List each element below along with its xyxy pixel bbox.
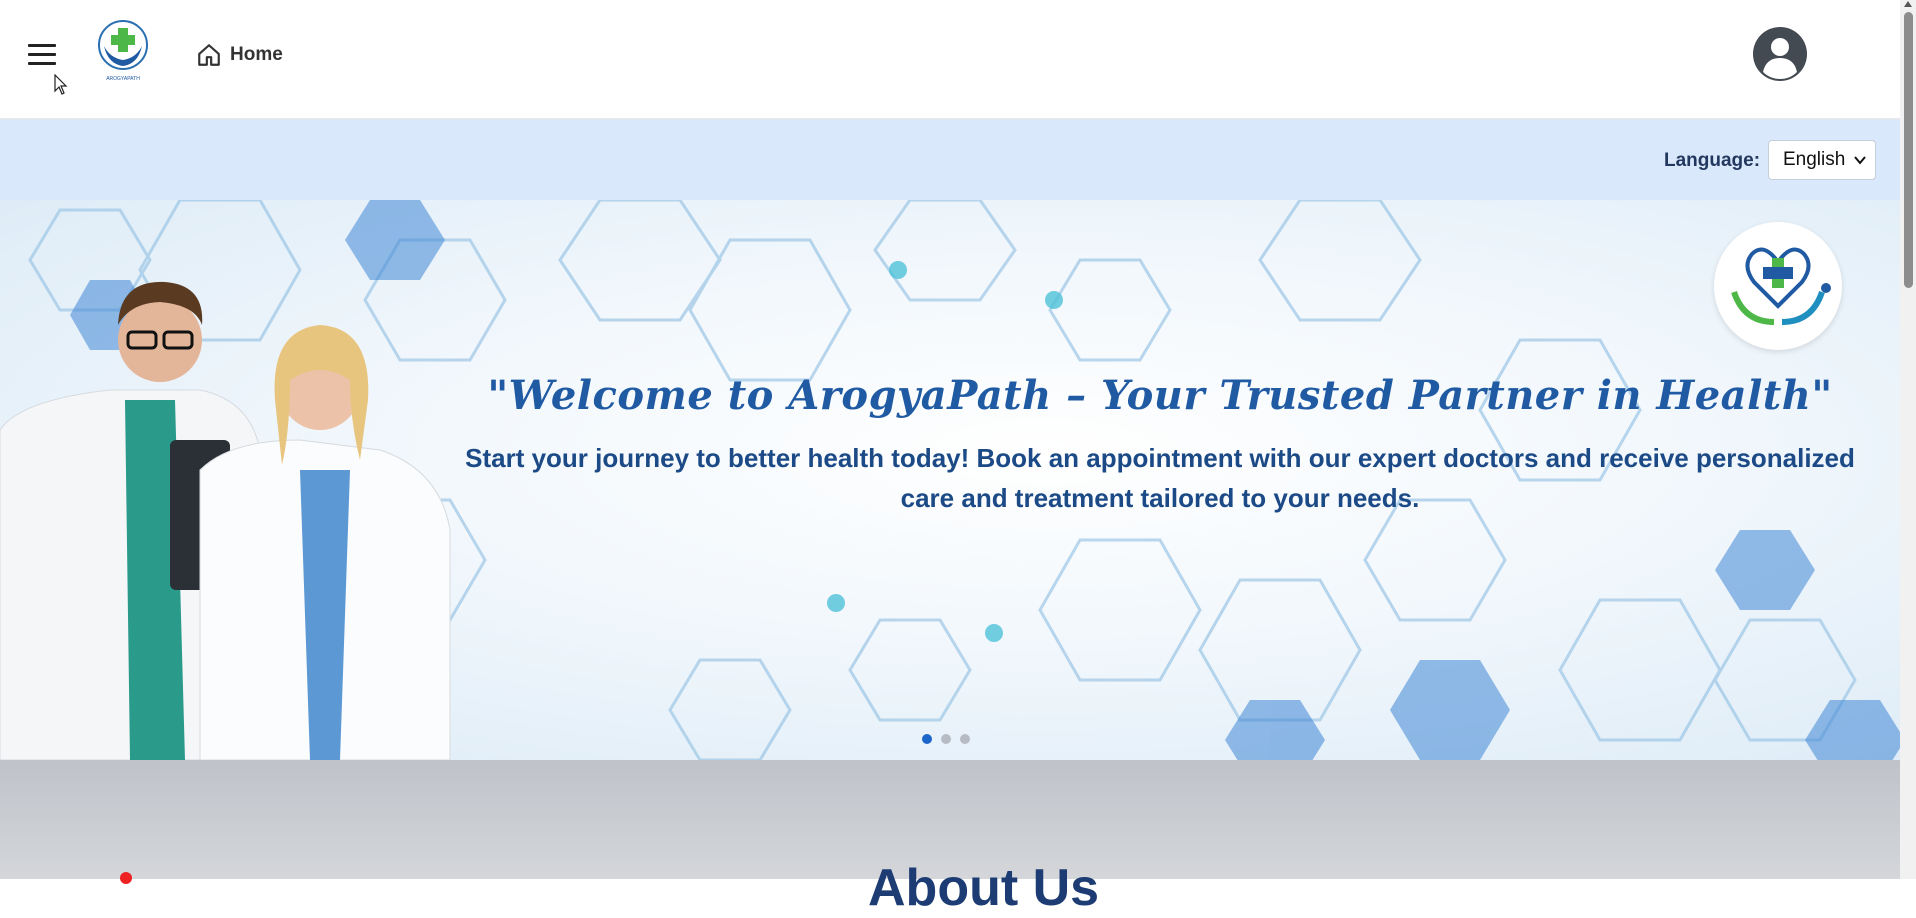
- scroll-up-arrow-icon[interactable]: [1904, 1, 1912, 7]
- banner-title: "Welcome to ArogyaPath – Your Trusted Pa…: [487, 372, 1833, 419]
- chevron-down-icon: [1854, 156, 1866, 165]
- decorative-dot: [120, 872, 132, 884]
- language-selected: English: [1783, 149, 1846, 170]
- scrollbar-thumb[interactable]: [1904, 12, 1913, 288]
- carousel-dot-2[interactable]: [941, 734, 951, 744]
- banner-subtitle: Start your journey to better health toda…: [465, 443, 1855, 513]
- top-navbar: AROGYAPATH Home: [0, 0, 1900, 120]
- language-bar: [0, 120, 1900, 200]
- carousel-dot-3[interactable]: [960, 734, 970, 744]
- language-select[interactable]: English: [1768, 140, 1876, 180]
- banner-logo-icon: [1714, 222, 1842, 350]
- language-label: Language:: [1664, 150, 1761, 171]
- user-avatar-icon[interactable]: [1752, 26, 1808, 82]
- carousel-indicators: [922, 734, 970, 744]
- home-icon: [198, 44, 220, 66]
- about-title: About Us: [868, 859, 1100, 917]
- home-link[interactable]: Home: [196, 38, 283, 72]
- hero-carousel: "Welcome to ArogyaPath – Your Trusted Pa…: [0, 200, 1900, 760]
- logo-text: AROGYAPATH: [106, 76, 140, 82]
- home-label: Home: [230, 44, 283, 65]
- doctors-image: [0, 281, 451, 760]
- app-logo[interactable]: AROGYAPATH: [98, 20, 148, 84]
- menu-icon[interactable]: [28, 44, 56, 66]
- mouse-cursor-icon: [54, 74, 68, 95]
- carousel-dot-1[interactable]: [922, 734, 932, 744]
- page-scrollbar[interactable]: [1900, 0, 1916, 879]
